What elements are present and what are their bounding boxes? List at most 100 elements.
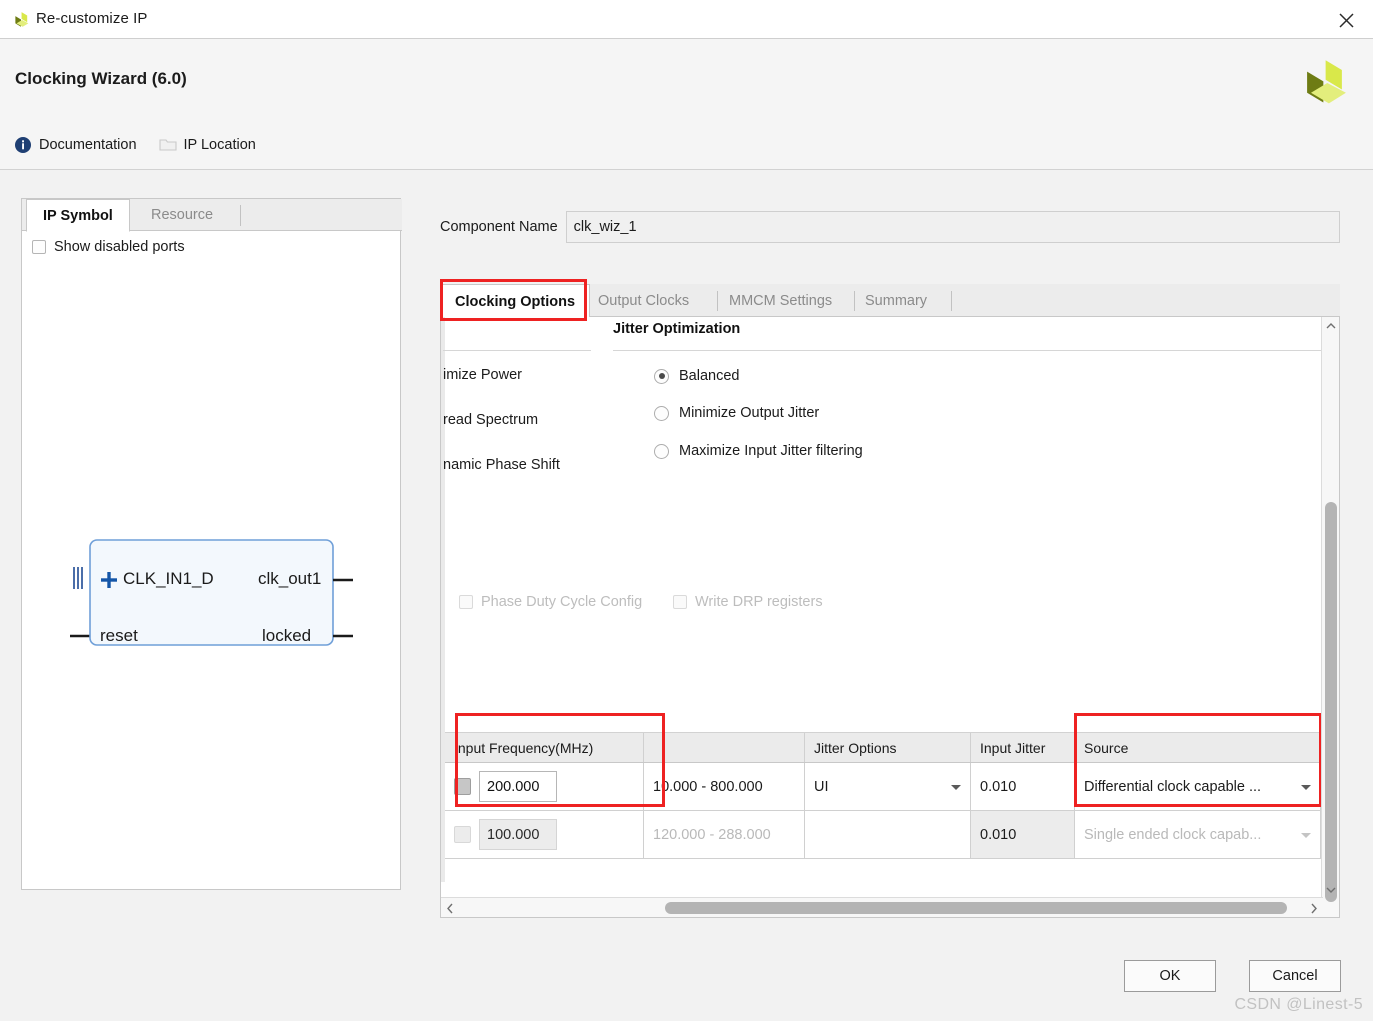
th-range xyxy=(644,733,805,762)
cell-source-primary[interactable]: Differential clock capable ... xyxy=(1075,763,1321,810)
header-links: Documentation IP Location xyxy=(14,134,278,156)
documentation-link[interactable]: Documentation xyxy=(14,136,137,154)
write-drp-registers-checkbox[interactable]: Write DRP registers xyxy=(673,594,823,610)
chevron-down-icon xyxy=(1301,832,1311,838)
dynamic-phase-shift-label: namic Phase Shift xyxy=(443,457,560,473)
main-tab-bar: Clocking Options Output Clocks MMCM Sett… xyxy=(440,284,1340,318)
ip-location-link[interactable]: IP Location xyxy=(158,136,256,154)
main-config-panel: Component Name clk_wiz_1 Clocking Option… xyxy=(440,198,1340,918)
cancel-label: Cancel xyxy=(1272,968,1318,984)
jitter-optimization-title: Jitter Optimization xyxy=(613,321,741,337)
component-name-value: clk_wiz_1 xyxy=(573,219,637,235)
radio-indicator xyxy=(654,405,669,421)
cell-frequency-range-primary: 10.000 - 800.000 xyxy=(644,763,805,810)
vertical-scroll-thumb[interactable] xyxy=(1325,502,1337,902)
tab-divider xyxy=(951,291,952,311)
horizontal-scroll-thumb[interactable] xyxy=(665,902,1287,914)
tab-summary-label: Summary xyxy=(865,292,928,309)
tab-output-clocks[interactable]: Output Clocks xyxy=(598,284,689,317)
symbol-port-clk-out1: clk_out1 xyxy=(258,569,322,588)
cell-input-jitter-primary[interactable]: 0.010 xyxy=(971,763,1075,810)
page-title: Clocking Wizard (6.0) xyxy=(15,69,187,88)
radio-maximize-input-jitter-filtering[interactable]: Maximize Input Jitter filtering xyxy=(654,443,863,459)
window-title: Re-customize IP xyxy=(36,10,148,27)
chevron-down-icon[interactable] xyxy=(1301,784,1311,790)
watermark: CSDN @Linest-5 xyxy=(1234,996,1363,1013)
radio-minimize-output-jitter[interactable]: Minimize Output Jitter xyxy=(654,405,819,421)
tab-output-clocks-label: Output Clocks xyxy=(598,292,690,309)
table-row[interactable]: 100.000 120.000 - 288.000 0.010 Single e… xyxy=(445,811,1321,859)
write-drp-registers-label: Write DRP registers xyxy=(695,594,823,610)
spinner-icon xyxy=(454,826,471,843)
chevron-up-icon[interactable] xyxy=(1322,317,1339,334)
input-frequency-field[interactable]: 200.000 xyxy=(479,771,557,802)
ip-location-label: IP Location xyxy=(183,137,256,153)
close-icon[interactable] xyxy=(1327,6,1365,34)
jitter-options-value: UI xyxy=(814,778,829,795)
th-jitter-options: Jitter Options xyxy=(805,733,971,762)
ip-symbol-panel: IP Symbol Resource Show disabled ports C… xyxy=(21,198,402,891)
phase-duty-cycle-config-checkbox[interactable]: Phase Duty Cycle Config xyxy=(459,594,642,610)
dialog-root: Re-customize IP Clocking Wizard (6.0) Do… xyxy=(0,0,1373,1021)
radio-indicator xyxy=(654,443,669,459)
cell-jitter-options-secondary xyxy=(805,811,971,858)
dialog-body: IP Symbol Resource Show disabled ports C… xyxy=(0,171,1373,946)
tab-mmcm-settings[interactable]: MMCM Settings xyxy=(729,284,832,317)
pane-scroll-content: imize Power read Spectrum namic Phase Sh… xyxy=(441,317,1321,882)
section-divider xyxy=(443,350,591,351)
chevron-down-icon[interactable] xyxy=(951,784,961,790)
source-value: Differential clock capable ... xyxy=(1084,778,1262,795)
clocking-options-pane: imize Power read Spectrum namic Phase Sh… xyxy=(440,317,1340,918)
section-divider xyxy=(613,350,1321,351)
radio-indicator xyxy=(654,368,669,384)
th-source: Source xyxy=(1075,733,1321,762)
title-bar: Re-customize IP xyxy=(0,0,1373,39)
chevron-down-icon[interactable] xyxy=(1322,881,1339,898)
spread-spectrum-label: read Spectrum xyxy=(443,412,539,428)
left-options-column: imize Power read Spectrum namic Phase Sh… xyxy=(441,317,611,517)
cancel-button[interactable]: Cancel xyxy=(1249,960,1341,992)
input-clock-table: Input Frequency(MHz) Jitter Options Inpu… xyxy=(445,717,1321,859)
table-row[interactable]: 200.000 10.000 - 800.000 UI 0.010 Differ… xyxy=(445,763,1321,811)
checkbox-box xyxy=(459,595,473,609)
tab-divider xyxy=(854,291,855,311)
cell-source-secondary: Single ended clock capab... xyxy=(1075,811,1321,858)
xilinx-logo-icon xyxy=(12,11,30,29)
dialog-header: Clocking Wizard (6.0) Documentation IP L… xyxy=(0,39,1373,170)
documentation-label: Documentation xyxy=(39,137,137,153)
tab-mmcm-settings-label: MMCM Settings xyxy=(729,292,833,309)
table-header-row: Input Frequency(MHz) Jitter Options Inpu… xyxy=(445,733,1321,763)
cell-input-frequency-secondary: 100.000 xyxy=(445,811,644,858)
tab-summary[interactable]: Summary xyxy=(865,284,927,317)
ip-symbol-diagram: CLK_IN1_D reset clk_out1 locked xyxy=(22,199,402,891)
radio-maximize-input-jitter-filtering-label: Maximize Input Jitter filtering xyxy=(679,443,863,459)
tab-clocking-options[interactable]: Clocking Options xyxy=(440,284,591,318)
horizontal-scrollbar[interactable] xyxy=(441,897,1323,917)
source-value-secondary: Single ended clock capab... xyxy=(1084,826,1262,843)
radio-minimize-output-jitter-label: Minimize Output Jitter xyxy=(679,405,820,421)
chevron-right-icon[interactable] xyxy=(1305,898,1323,917)
symbol-port-locked: locked xyxy=(262,626,312,645)
chevron-left-icon[interactable] xyxy=(441,898,459,917)
vertical-scrollbar[interactable] xyxy=(1321,317,1339,917)
component-name-input[interactable]: clk_wiz_1 xyxy=(565,211,1340,243)
dialog-footer: OK Cancel CSDN @Linest-5 xyxy=(0,946,1373,1021)
spinner-icon[interactable] xyxy=(454,778,471,795)
radio-balanced-label: Balanced xyxy=(679,368,740,384)
tab-clocking-options-label: Clocking Options xyxy=(455,293,576,310)
cell-jitter-options-primary[interactable]: UI xyxy=(805,763,971,810)
symbol-port-reset: reset xyxy=(100,626,138,645)
radio-balanced[interactable]: Balanced xyxy=(654,368,739,384)
phase-duty-cycle-config-label: Phase Duty Cycle Config xyxy=(481,594,643,610)
th-input-frequency: Input Frequency(MHz) xyxy=(445,733,644,762)
table-top-gap xyxy=(445,717,1321,733)
folder-icon xyxy=(158,136,177,154)
cell-input-jitter-secondary: 0.010 xyxy=(971,811,1075,858)
info-icon xyxy=(14,136,32,154)
input-frequency-field-secondary: 100.000 xyxy=(479,819,557,850)
symbol-port-clk-in1-d: CLK_IN1_D xyxy=(123,569,214,588)
cell-input-frequency-primary[interactable]: 200.000 xyxy=(445,763,644,810)
ok-button[interactable]: OK xyxy=(1124,960,1216,992)
th-input-jitter: Input Jitter xyxy=(971,733,1075,762)
component-name-label: Component Name xyxy=(440,219,558,235)
